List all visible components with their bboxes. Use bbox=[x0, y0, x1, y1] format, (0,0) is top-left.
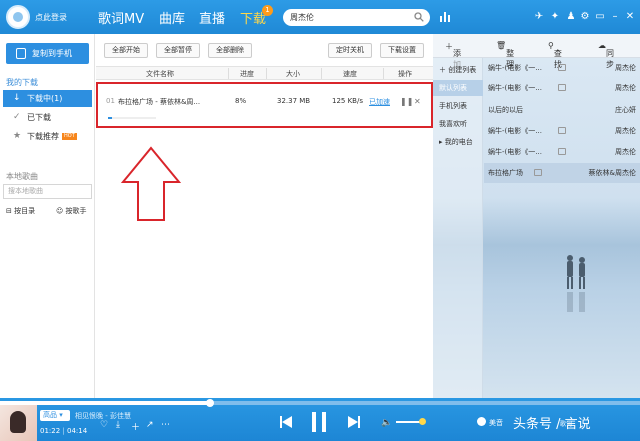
avatar[interactable] bbox=[6, 5, 30, 29]
skin-icon[interactable]: ♟ bbox=[565, 11, 577, 23]
playlist-list: ＋ 创建列表 默认列表 手机列表 我喜欢听 ▸ 我的电台 bbox=[433, 58, 483, 398]
sidebar-item-label: 下载推荐 bbox=[27, 132, 59, 141]
sync-button[interactable]: ☁ 同步 bbox=[598, 41, 614, 69]
mv-icon bbox=[558, 127, 566, 134]
bird-icon[interactable]: ✈ bbox=[533, 11, 545, 23]
by-singer-button[interactable]: ☺ 按歌手 bbox=[56, 206, 87, 216]
list-item[interactable]: 蜗牛-(电影《一... 周杰伦 bbox=[484, 121, 640, 141]
minimize-icon[interactable]: – bbox=[609, 11, 621, 23]
download-icon: ↓ bbox=[13, 93, 21, 103]
download-count-badge: 1 bbox=[262, 5, 273, 16]
search-icon[interactable] bbox=[414, 12, 424, 22]
copy-to-phone-label: 复制到手机 bbox=[32, 49, 72, 58]
delete-all-button[interactable]: 全部删除 bbox=[208, 43, 252, 58]
share-icon[interactable]: ↗ bbox=[146, 420, 154, 430]
search-value: 周杰伦 bbox=[290, 13, 314, 22]
quality-dropdown[interactable]: 高品 ▾ bbox=[40, 410, 70, 421]
mv-icon bbox=[534, 169, 542, 176]
lyric-button[interactable]: 歌词 bbox=[560, 419, 572, 428]
seek-handle[interactable] bbox=[206, 399, 214, 407]
equalizer-icon[interactable] bbox=[440, 12, 452, 22]
volume-handle[interactable] bbox=[419, 418, 426, 425]
up-arrow-annotation bbox=[120, 146, 182, 221]
phone-icon bbox=[16, 48, 26, 59]
previous-icon[interactable] bbox=[280, 416, 292, 428]
playlist-toolbar: ＋ 添加 🗑 整理 ⚲ 查找 ☁ 同步 bbox=[433, 34, 640, 69]
mv-icon bbox=[558, 84, 566, 91]
timed-shutdown-button[interactable]: 定时关机 bbox=[328, 43, 372, 58]
mv-icon bbox=[558, 148, 566, 155]
volume-icon[interactable]: 🔈 bbox=[381, 418, 392, 428]
col-action: 操作 bbox=[398, 70, 412, 78]
download-settings-button[interactable]: 下载设置 bbox=[380, 43, 424, 58]
sound-effect-label: 美音 bbox=[489, 419, 503, 427]
love-icon[interactable]: ♡ bbox=[100, 420, 108, 430]
nav-live[interactable]: 直播 bbox=[199, 8, 225, 27]
list-item-phone[interactable]: 手机列表 bbox=[433, 98, 483, 114]
list-item-radio[interactable]: ▸ 我的电台 bbox=[433, 134, 483, 150]
album-cover[interactable] bbox=[0, 405, 37, 441]
nav-library[interactable]: 曲库 bbox=[159, 8, 185, 27]
close-icon[interactable]: ✕ bbox=[624, 11, 636, 23]
copy-to-phone-button[interactable]: 复制到手机 bbox=[6, 43, 89, 64]
list-item-favorites[interactable]: 我喜欢听 bbox=[433, 116, 483, 132]
download-icon[interactable]: ⤓ bbox=[116, 420, 120, 430]
list-item[interactable]: 蜗牛-(电影《一... 周杰伦 bbox=[484, 58, 640, 78]
playlist-panel: ＋ 添加 🗑 整理 ⚲ 查找 ☁ 同步 ＋ 创建列表 默认列表 手机列表 我喜欢… bbox=[433, 34, 640, 398]
gear-icon[interactable]: ⚙ bbox=[579, 11, 591, 23]
time-readout: 01:22 | 04:14 bbox=[40, 427, 88, 435]
fullscreen-icon[interactable]: ✦ bbox=[549, 11, 561, 23]
nav-lyrics-mv[interactable]: 歌词MV bbox=[98, 8, 144, 27]
login-link[interactable]: 点此登录 bbox=[35, 12, 67, 23]
star-icon: ★ bbox=[13, 131, 22, 141]
sidebar-item-downloading[interactable]: ↓ 下载中(1) bbox=[3, 90, 92, 107]
create-list-item[interactable]: ＋ 创建列表 bbox=[433, 62, 483, 78]
list-item[interactable]: 布拉格广场 蔡依林&周杰伦 bbox=[484, 163, 640, 183]
sidebar-item-recommend[interactable]: ★ 下载推荐 HOT bbox=[3, 128, 92, 145]
next-icon[interactable] bbox=[348, 416, 360, 428]
start-all-button[interactable]: 全部开始 bbox=[104, 43, 148, 58]
search-input[interactable]: 周杰伦 bbox=[283, 9, 430, 26]
sidebar-item-label: 下载中(1) bbox=[27, 94, 63, 103]
col-speed: 速度 bbox=[343, 70, 357, 78]
sidebar-item-downloaded[interactable]: ✓ 已下载 bbox=[3, 109, 92, 126]
list-item[interactable]: 蜗牛-(电影《一... 周杰伦 bbox=[484, 78, 640, 98]
pause-all-button[interactable]: 全部暂停 bbox=[156, 43, 200, 58]
col-size: 大小 bbox=[286, 70, 300, 78]
by-directory-button[interactable]: ⊟ 按目录 bbox=[6, 206, 35, 216]
menu-icon[interactable]: ▭ bbox=[594, 11, 606, 23]
left-sidebar: 复制到手机 我的下载 ↓ 下载中(1) ✓ 已下载 ★ 下载推荐 HOT 本地歌曲… bbox=[0, 34, 95, 398]
watermark: 头条号 / 言说 bbox=[513, 417, 591, 432]
app-window: 点此登录 歌词MV 曲库 直播 下载 1 周杰伦 ✈ ✦ ♟ ⚙ ▭ – ✕ 复… bbox=[0, 0, 640, 441]
list-item[interactable]: 蜗牛-(电影《一... 周杰伦 bbox=[484, 142, 640, 162]
list-item-default[interactable]: 默认列表 bbox=[433, 80, 483, 96]
local-search-input[interactable]: 搜本地歌曲 bbox=[3, 184, 92, 199]
find-button[interactable]: ⚲ 查找 bbox=[548, 41, 562, 69]
background-couple-image bbox=[567, 255, 585, 312]
add-button[interactable]: ＋ 添加 bbox=[445, 41, 461, 69]
col-filename: 文件名称 bbox=[146, 70, 174, 78]
more-icon[interactable]: ⋯ bbox=[161, 420, 170, 430]
seek-bar[interactable] bbox=[0, 401, 640, 405]
pause-icon[interactable] bbox=[310, 412, 328, 432]
highlight-box bbox=[96, 82, 433, 128]
add-icon[interactable]: ＋ bbox=[131, 420, 140, 433]
my-downloads-heading: 我的下载 bbox=[6, 78, 38, 87]
col-progress: 进度 bbox=[240, 70, 254, 78]
check-icon: ✓ bbox=[13, 112, 21, 122]
mv-icon bbox=[558, 64, 566, 71]
list-item[interactable]: 以后的以后 庄心妍 bbox=[484, 100, 640, 120]
table-header: 文件名称 进度 大小 速度 操作 bbox=[96, 66, 433, 80]
sound-effect-icon[interactable] bbox=[477, 417, 486, 426]
sidebar-item-label: 已下载 bbox=[27, 113, 51, 122]
organize-button[interactable]: 🗑 整理 bbox=[496, 41, 514, 69]
hot-badge: HOT bbox=[62, 133, 77, 140]
local-songs-heading: 本地歌曲 bbox=[6, 172, 38, 181]
top-bar: 点此登录 歌词MV 曲库 直播 下载 1 周杰伦 ✈ ✦ ♟ ⚙ ▭ – ✕ bbox=[0, 0, 640, 34]
